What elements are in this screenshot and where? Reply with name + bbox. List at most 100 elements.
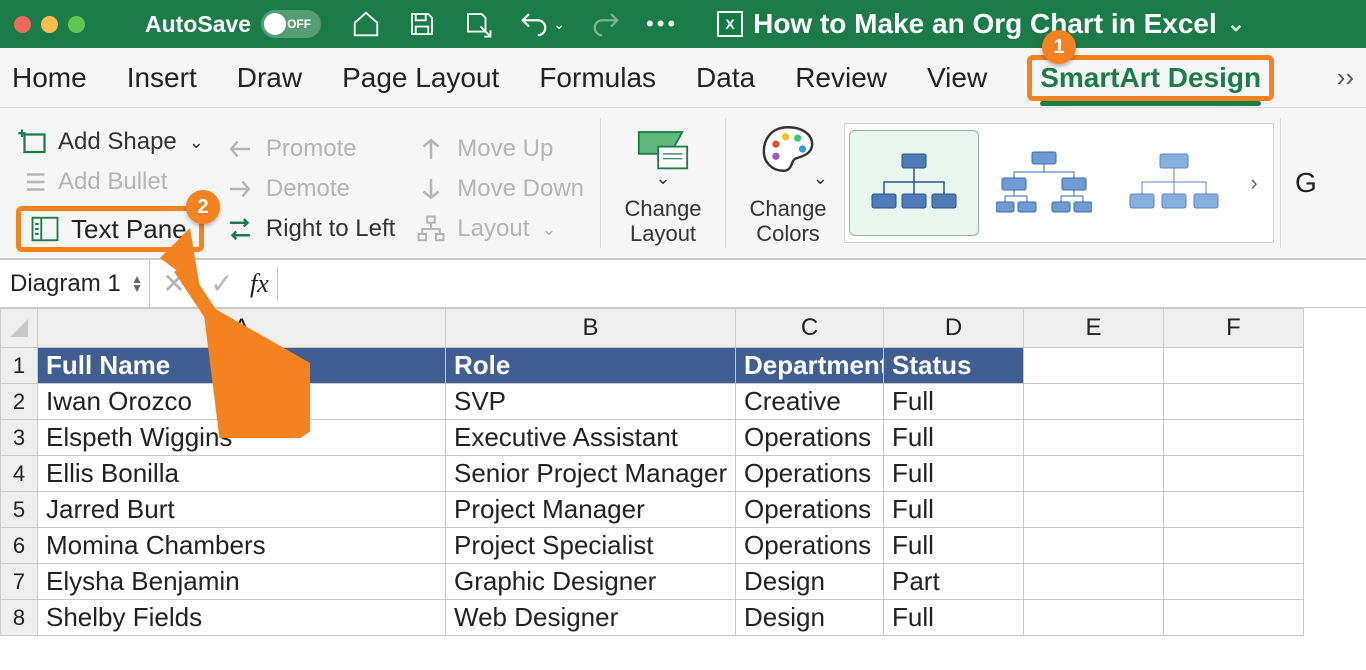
zoom-window-icon[interactable]	[68, 16, 85, 33]
text-pane-button[interactable]: Text Pane	[16, 206, 204, 252]
cell[interactable]	[1024, 456, 1164, 492]
tab-draw[interactable]: Draw	[237, 62, 302, 94]
col-header[interactable]: A	[38, 308, 446, 348]
layout-option-2[interactable]	[979, 130, 1109, 236]
layout-option-3[interactable]	[1109, 130, 1239, 236]
autosave-switch[interactable]: OFF	[261, 10, 321, 38]
name-box-stepper[interactable]: ▲▼	[131, 275, 143, 293]
spreadsheet-grid[interactable]: 1 2 3 4 5 6 7 8 A B C D E F Full Name Ro…	[0, 308, 1366, 636]
cell[interactable]	[1024, 492, 1164, 528]
cell[interactable]: Full	[884, 384, 1024, 420]
more-tabs-icon[interactable]: ››	[1337, 62, 1354, 93]
fx-label[interactable]: fx	[250, 269, 269, 299]
cell[interactable]: Momina Chambers	[38, 528, 446, 564]
cell[interactable]: Web Designer	[446, 600, 736, 636]
undo-icon[interactable]: ⌄	[519, 9, 565, 39]
right-to-left-button[interactable]: Right to Left	[224, 213, 395, 245]
cell[interactable]: SVP	[446, 384, 736, 420]
tab-page-layout[interactable]: Page Layout	[342, 62, 499, 94]
tab-smartart-design[interactable]: SmartArt Design	[1040, 62, 1261, 94]
cell[interactable]: Full Name	[38, 348, 446, 384]
cell[interactable]	[1164, 348, 1304, 384]
name-box[interactable]: Diagram 1 ▲▼	[0, 260, 150, 307]
cell[interactable]	[1024, 420, 1164, 456]
cell[interactable]: Full	[884, 456, 1024, 492]
cell[interactable]: Elysha Benjamin	[38, 564, 446, 600]
cell[interactable]: Department	[736, 348, 884, 384]
cell[interactable]: Senior Project Manager	[446, 456, 736, 492]
cell[interactable]	[1164, 492, 1304, 528]
cell[interactable]: Status	[884, 348, 1024, 384]
cell[interactable]: Project Manager	[446, 492, 736, 528]
tab-view[interactable]: View	[927, 62, 987, 94]
cell[interactable]	[1024, 528, 1164, 564]
change-colors-button[interactable]: ⌄ Change Colors	[732, 116, 844, 249]
cell[interactable]	[1164, 600, 1304, 636]
cell[interactable]: Executive Assistant	[446, 420, 736, 456]
document-title[interactable]: X How to Make an Org Chart in Excel ⌄	[717, 8, 1245, 40]
cell[interactable]: Iwan Orozco	[38, 384, 446, 420]
cell[interactable]	[1164, 564, 1304, 600]
cell[interactable]	[1024, 348, 1164, 384]
save-as-icon[interactable]	[463, 9, 493, 39]
cell[interactable]	[1024, 600, 1164, 636]
cell[interactable]: Role	[446, 348, 736, 384]
minimize-window-icon[interactable]	[41, 16, 58, 33]
cell[interactable]: Ellis Bonilla	[38, 456, 446, 492]
col-header[interactable]: F	[1164, 308, 1304, 348]
row-header[interactable]: 3	[0, 420, 38, 456]
layout-gallery[interactable]: ›	[844, 123, 1274, 243]
cell[interactable]: Operations	[736, 420, 884, 456]
home-icon[interactable]	[351, 9, 381, 39]
layout-option-1[interactable]	[849, 130, 979, 236]
cell[interactable]: Full	[884, 600, 1024, 636]
cell[interactable]: Elspeth Wiggins	[38, 420, 446, 456]
cell[interactable]: Shelby Fields	[38, 600, 446, 636]
cell[interactable]: Full	[884, 528, 1024, 564]
more-icon[interactable]: •••	[647, 9, 677, 39]
cell[interactable]	[1164, 420, 1304, 456]
cell[interactable]: Creative	[736, 384, 884, 420]
row-header[interactable]: 8	[0, 600, 38, 636]
tab-data[interactable]: Data	[696, 62, 755, 94]
tab-home[interactable]: Home	[12, 62, 87, 94]
col-header[interactable]: C	[736, 308, 884, 348]
col-header[interactable]: B	[446, 308, 736, 348]
cell[interactable]: Graphic Designer	[446, 564, 736, 600]
gallery-next-icon[interactable]: ›	[1239, 170, 1269, 196]
autosave-toggle[interactable]: AutoSave OFF	[145, 10, 321, 38]
change-layout-button[interactable]: ⌄ Change Layout	[607, 116, 719, 249]
cell[interactable]: Jarred Burt	[38, 492, 446, 528]
row-header[interactable]: 4	[0, 456, 38, 492]
row-header[interactable]: 7	[0, 564, 38, 600]
cell[interactable]: Operations	[736, 492, 884, 528]
select-all-corner[interactable]	[0, 308, 38, 348]
cell[interactable]	[1164, 384, 1304, 420]
cell[interactable]: Full	[884, 492, 1024, 528]
tab-insert[interactable]: Insert	[127, 62, 197, 94]
cell[interactable]: Design	[736, 564, 884, 600]
cell[interactable]: Operations	[736, 528, 884, 564]
cell[interactable]	[1164, 528, 1304, 564]
close-window-icon[interactable]	[14, 16, 31, 33]
cell[interactable]: Project Specialist	[446, 528, 736, 564]
cell[interactable]	[1164, 456, 1304, 492]
save-icon[interactable]	[407, 9, 437, 39]
cell[interactable]: Design	[736, 600, 884, 636]
row-header[interactable]: 6	[0, 528, 38, 564]
add-shape-button[interactable]: Add Shape ⌄	[16, 126, 204, 158]
row-header[interactable]: 1	[0, 348, 38, 384]
col-header[interactable]: D	[884, 308, 1024, 348]
cell[interactable]: Full	[884, 420, 1024, 456]
cell[interactable]	[1024, 384, 1164, 420]
tab-review[interactable]: Review	[795, 62, 887, 94]
row-header[interactable]: 5	[0, 492, 38, 528]
layout-button: Layout ⌄	[415, 213, 584, 245]
cell[interactable]: Part	[884, 564, 1024, 600]
cell[interactable]: Operations	[736, 456, 884, 492]
col-header[interactable]: E	[1024, 308, 1164, 348]
row-header[interactable]: 2	[0, 384, 38, 420]
cell[interactable]	[1024, 564, 1164, 600]
text-pane-label: Text Pane	[71, 214, 187, 245]
tab-formulas[interactable]: Formulas	[539, 62, 656, 94]
